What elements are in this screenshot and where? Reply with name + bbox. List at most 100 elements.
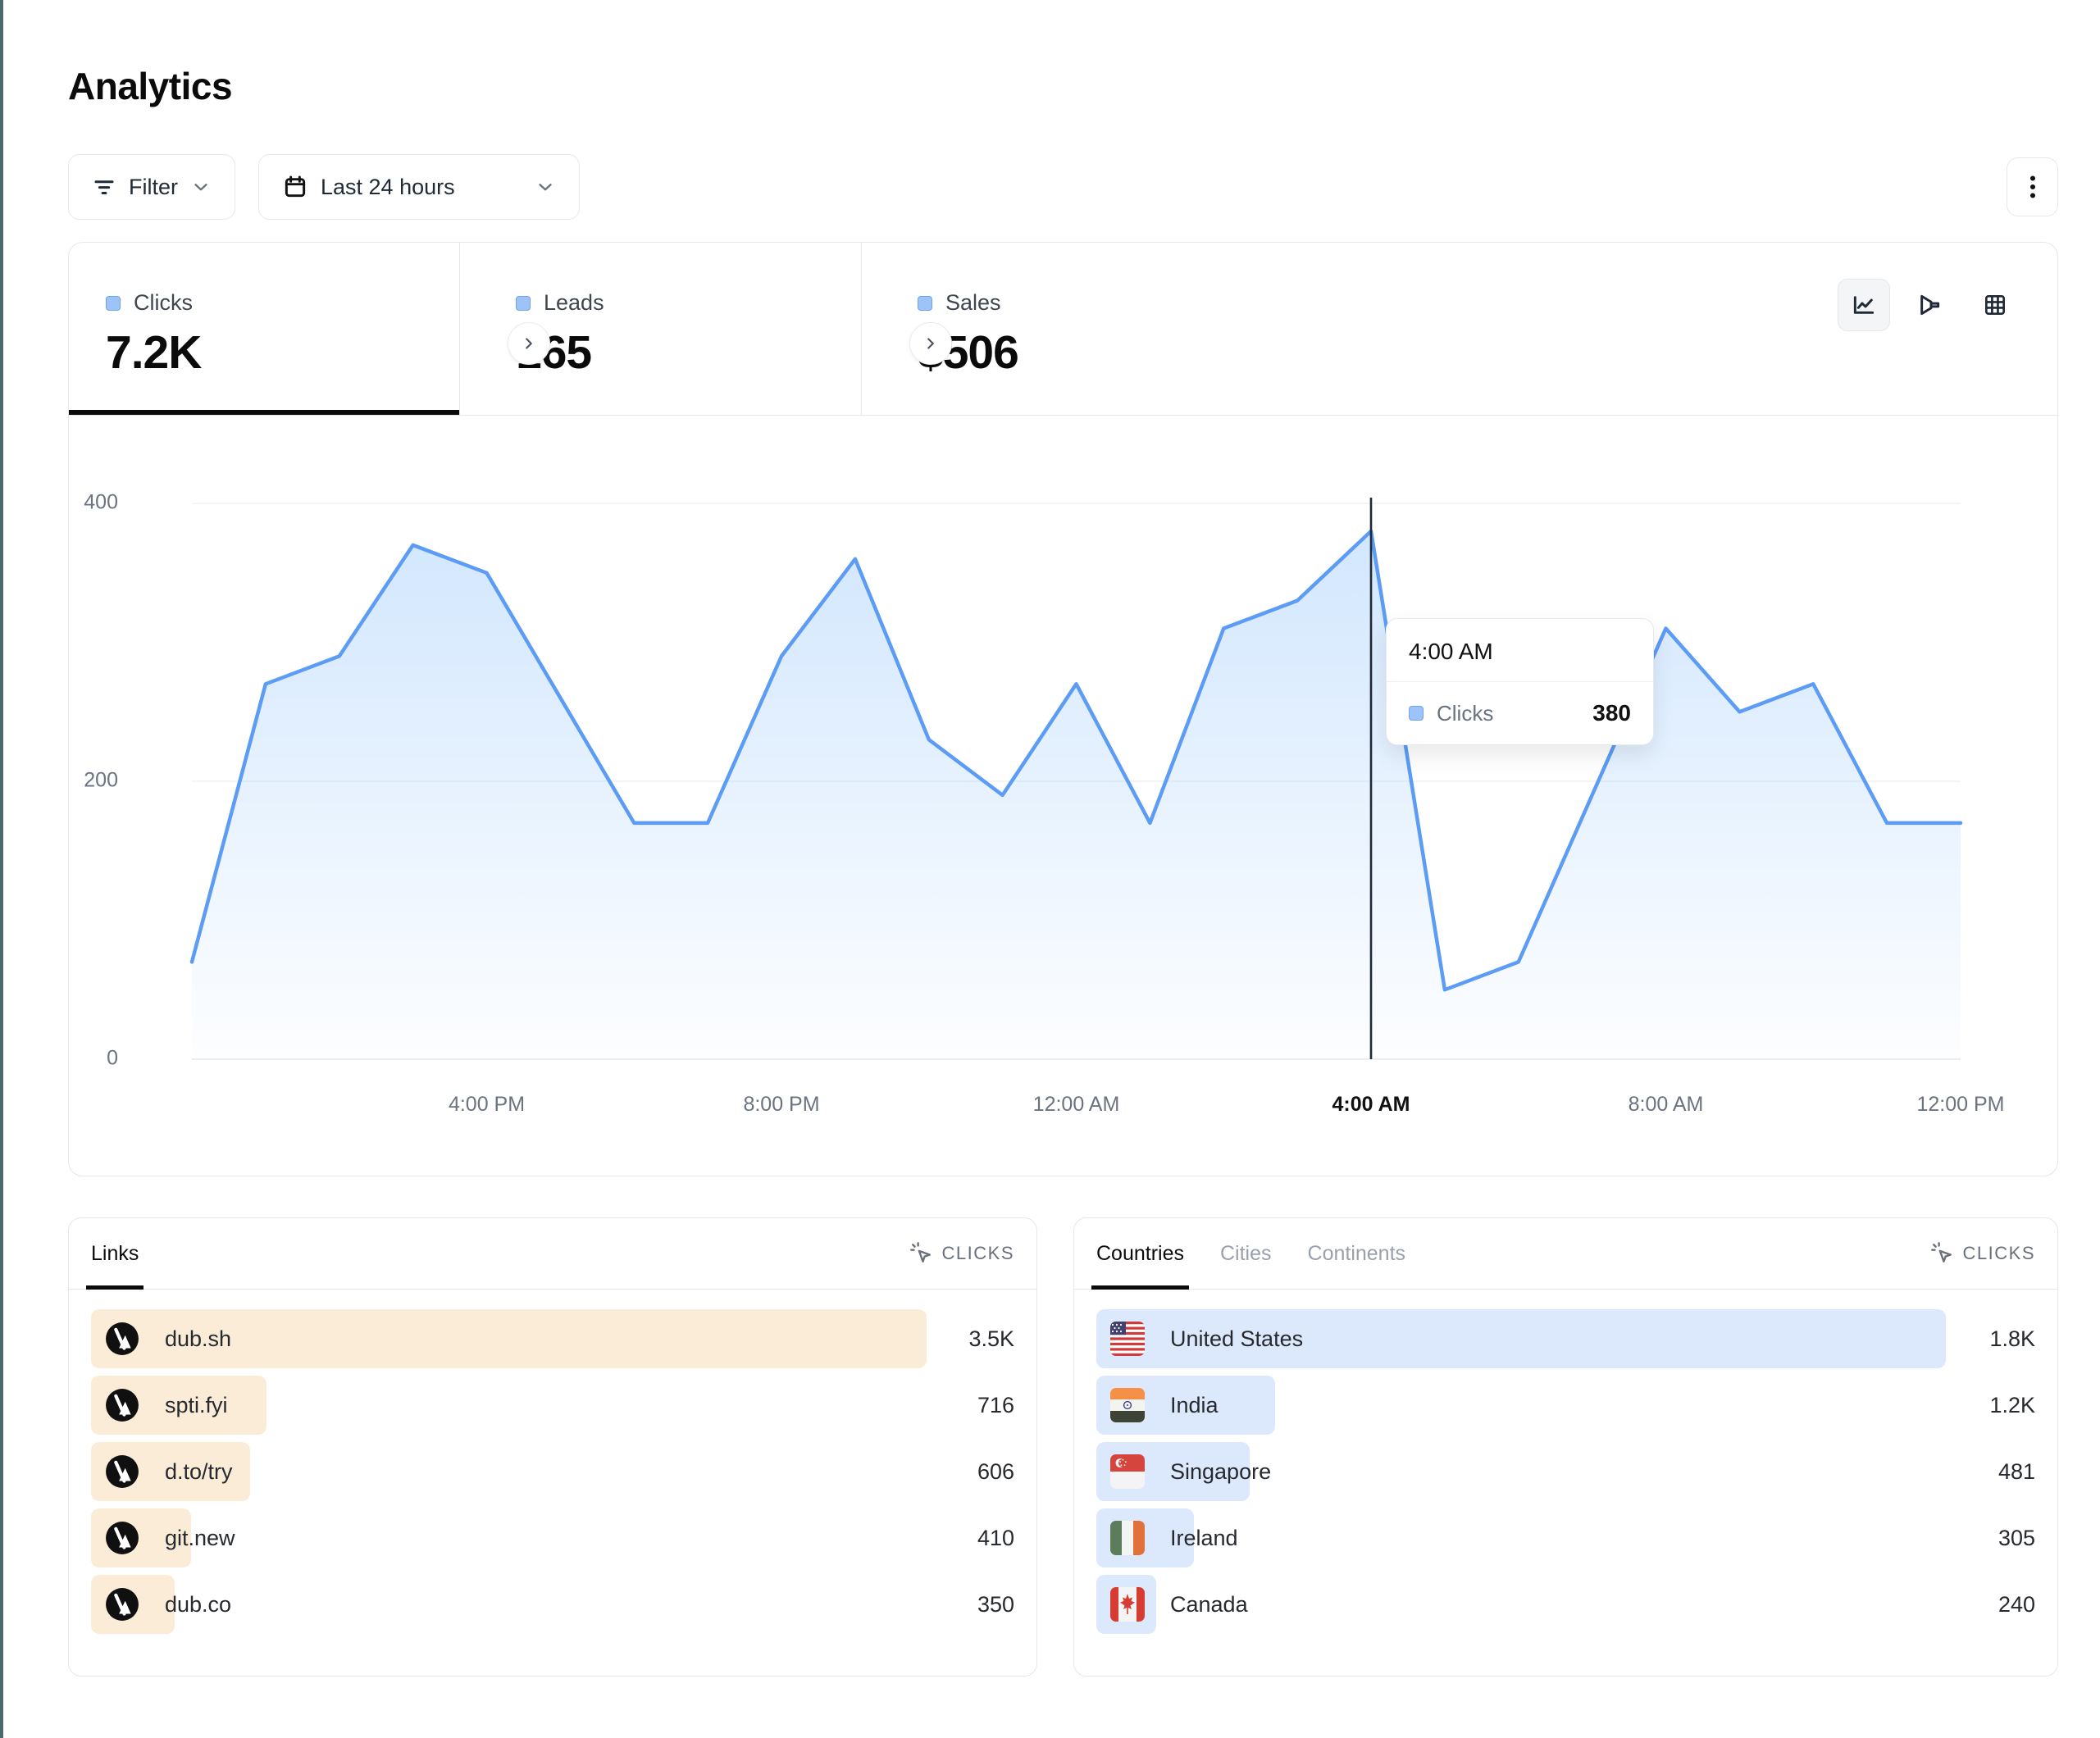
row-label: Canada [1170, 1592, 1248, 1617]
row-value: 305 [1998, 1526, 2035, 1551]
list-item[interactable]: Singapore 481 [1096, 1442, 2035, 1501]
svg-text:4:00 AM: 4:00 AM [1332, 1093, 1410, 1116]
links-metric[interactable]: CLICKS [909, 1241, 1014, 1266]
tab-sales[interactable]: Sales $506 [862, 243, 1206, 415]
row-icon [105, 1322, 139, 1356]
clicks-area-chart[interactable]: 02004004:00 PM8:00 PM12:00 AM4:00 AM8:00… [69, 416, 2057, 1176]
tooltip-series-label: Clicks [1437, 701, 1493, 726]
analytics-page: Analytics Filter Last 24 hours Clicks 7.… [68, 0, 2058, 1677]
breakdown-panels: Links CLICKS dub.sh 3.5K spti.fyi 716 d.… [68, 1217, 2058, 1677]
list-item[interactable]: United States 1.8K [1096, 1309, 2035, 1368]
row-icon [105, 1521, 139, 1555]
dub-logo-icon [105, 1587, 139, 1622]
clicks-legend-chip [106, 296, 121, 311]
filter-label: Filter [129, 175, 178, 200]
funnel-chart-toggle[interactable] [1903, 279, 1956, 331]
row-label: spti.fyi [165, 1393, 228, 1418]
list-item[interactable]: dub.sh 3.5K [91, 1309, 1014, 1368]
tab-clicks[interactable]: Clicks 7.2K [69, 243, 460, 415]
clicks-value: 7.2K [106, 325, 459, 380]
flag-in-icon [1110, 1388, 1145, 1422]
sales-legend-chip [918, 296, 932, 311]
tab-countries[interactable]: Countries [1096, 1218, 1184, 1289]
row-label: d.to/try [165, 1459, 233, 1485]
row-label: dub.sh [165, 1326, 231, 1352]
calendar-icon [282, 174, 308, 200]
sales-tab-label: Sales [945, 290, 1001, 316]
more-options-button[interactable] [2007, 157, 2058, 216]
dub-logo-icon [105, 1322, 139, 1356]
links-tab-label: Links [91, 1242, 139, 1266]
links-metric-label: CLICKS [942, 1243, 1014, 1264]
stats-tabs-row: Clicks 7.2K Leads 165 [69, 243, 2057, 416]
kebab-menu-icon [2021, 173, 2044, 201]
row-icon [105, 1454, 139, 1489]
list-item[interactable]: dub.co 350 [91, 1575, 1014, 1634]
geo-metric-label: CLICKS [1963, 1243, 2035, 1264]
row-icon [1110, 1454, 1145, 1489]
list-item[interactable]: India 1.2K [1096, 1376, 2035, 1435]
row-value: 240 [1998, 1592, 2035, 1617]
svg-text:0: 0 [107, 1047, 118, 1070]
sales-value: $506 [918, 325, 1206, 380]
geo-panel-header: Countries Cities Continents CLICKS [1074, 1218, 2057, 1290]
line-chart-toggle[interactable] [1838, 279, 1890, 331]
row-label: Ireland [1170, 1526, 1238, 1551]
row-value: 350 [977, 1592, 1014, 1617]
row-value: 3.5K [968, 1326, 1014, 1352]
page-title: Analytics [68, 64, 2058, 108]
flag-ie-icon [1110, 1521, 1145, 1555]
chevron-right-icon [520, 334, 538, 353]
chart-tooltip: 4:00 AM Clicks 380 [1386, 618, 1654, 745]
table-grid-icon [1982, 292, 2008, 318]
tab-links[interactable]: Links [91, 1218, 139, 1289]
svg-text:400: 400 [84, 491, 118, 514]
leads-value: 165 [516, 325, 861, 380]
analytics-card: Clicks 7.2K Leads 165 [68, 242, 2058, 1176]
row-icon [1110, 1521, 1145, 1555]
expand-leads-button[interactable] [508, 322, 550, 365]
geo-metric[interactable]: CLICKS [1930, 1241, 2035, 1266]
svg-text:8:00 AM: 8:00 AM [1629, 1093, 1704, 1116]
links-panel: Links CLICKS dub.sh 3.5K spti.fyi 716 d.… [68, 1217, 1037, 1677]
list-item[interactable]: Canada 240 [1096, 1575, 2035, 1634]
cursor-click-icon [1930, 1241, 1955, 1266]
row-label: Singapore [1170, 1459, 1271, 1485]
flag-us-icon [1110, 1322, 1145, 1356]
date-range-label: Last 24 hours [321, 175, 455, 200]
filter-button[interactable]: Filter [68, 154, 235, 220]
row-icon [1110, 1388, 1145, 1422]
chart-canvas: 02004004:00 PM8:00 PM12:00 AM4:00 AM8:00… [69, 416, 2057, 1176]
row-value: 1.8K [1989, 1326, 2035, 1352]
svg-text:12:00 PM: 12:00 PM [1916, 1093, 2004, 1116]
row-value: 716 [977, 1393, 1014, 1418]
row-label: United States [1170, 1326, 1303, 1352]
funnel-chart-icon [1916, 292, 1943, 318]
row-icon [105, 1388, 139, 1422]
svg-text:12:00 AM: 12:00 AM [1033, 1093, 1120, 1116]
row-icon [105, 1587, 139, 1622]
expand-sales-button[interactable] [909, 322, 952, 365]
row-value: 481 [1998, 1459, 2035, 1485]
filter-icon [92, 175, 116, 199]
row-label: dub.co [165, 1592, 231, 1617]
countries-list: United States 1.8K India 1.2K Singapore … [1074, 1290, 2057, 1634]
row-icon [1110, 1587, 1145, 1622]
list-item[interactable]: spti.fyi 716 [91, 1376, 1014, 1435]
date-range-button[interactable]: Last 24 hours [258, 154, 580, 220]
row-label: git.new [165, 1526, 235, 1551]
chevron-right-icon [922, 334, 940, 353]
flag-sg-icon [1110, 1454, 1145, 1489]
svg-text:4:00 PM: 4:00 PM [449, 1093, 525, 1116]
links-list: dub.sh 3.5K spti.fyi 716 d.to/try 606 gi… [69, 1290, 1036, 1634]
table-view-toggle[interactable] [1969, 279, 2021, 331]
links-panel-header: Links CLICKS [69, 1218, 1036, 1290]
tab-cities[interactable]: Cities [1220, 1218, 1272, 1289]
tab-continents[interactable]: Continents [1308, 1218, 1406, 1289]
dub-logo-icon [105, 1388, 139, 1422]
leads-legend-chip [516, 296, 531, 311]
list-item[interactable]: git.new 410 [91, 1508, 1014, 1567]
list-item[interactable]: Ireland 305 [1096, 1508, 2035, 1567]
dub-logo-icon [105, 1521, 139, 1555]
list-item[interactable]: d.to/try 606 [91, 1442, 1014, 1501]
